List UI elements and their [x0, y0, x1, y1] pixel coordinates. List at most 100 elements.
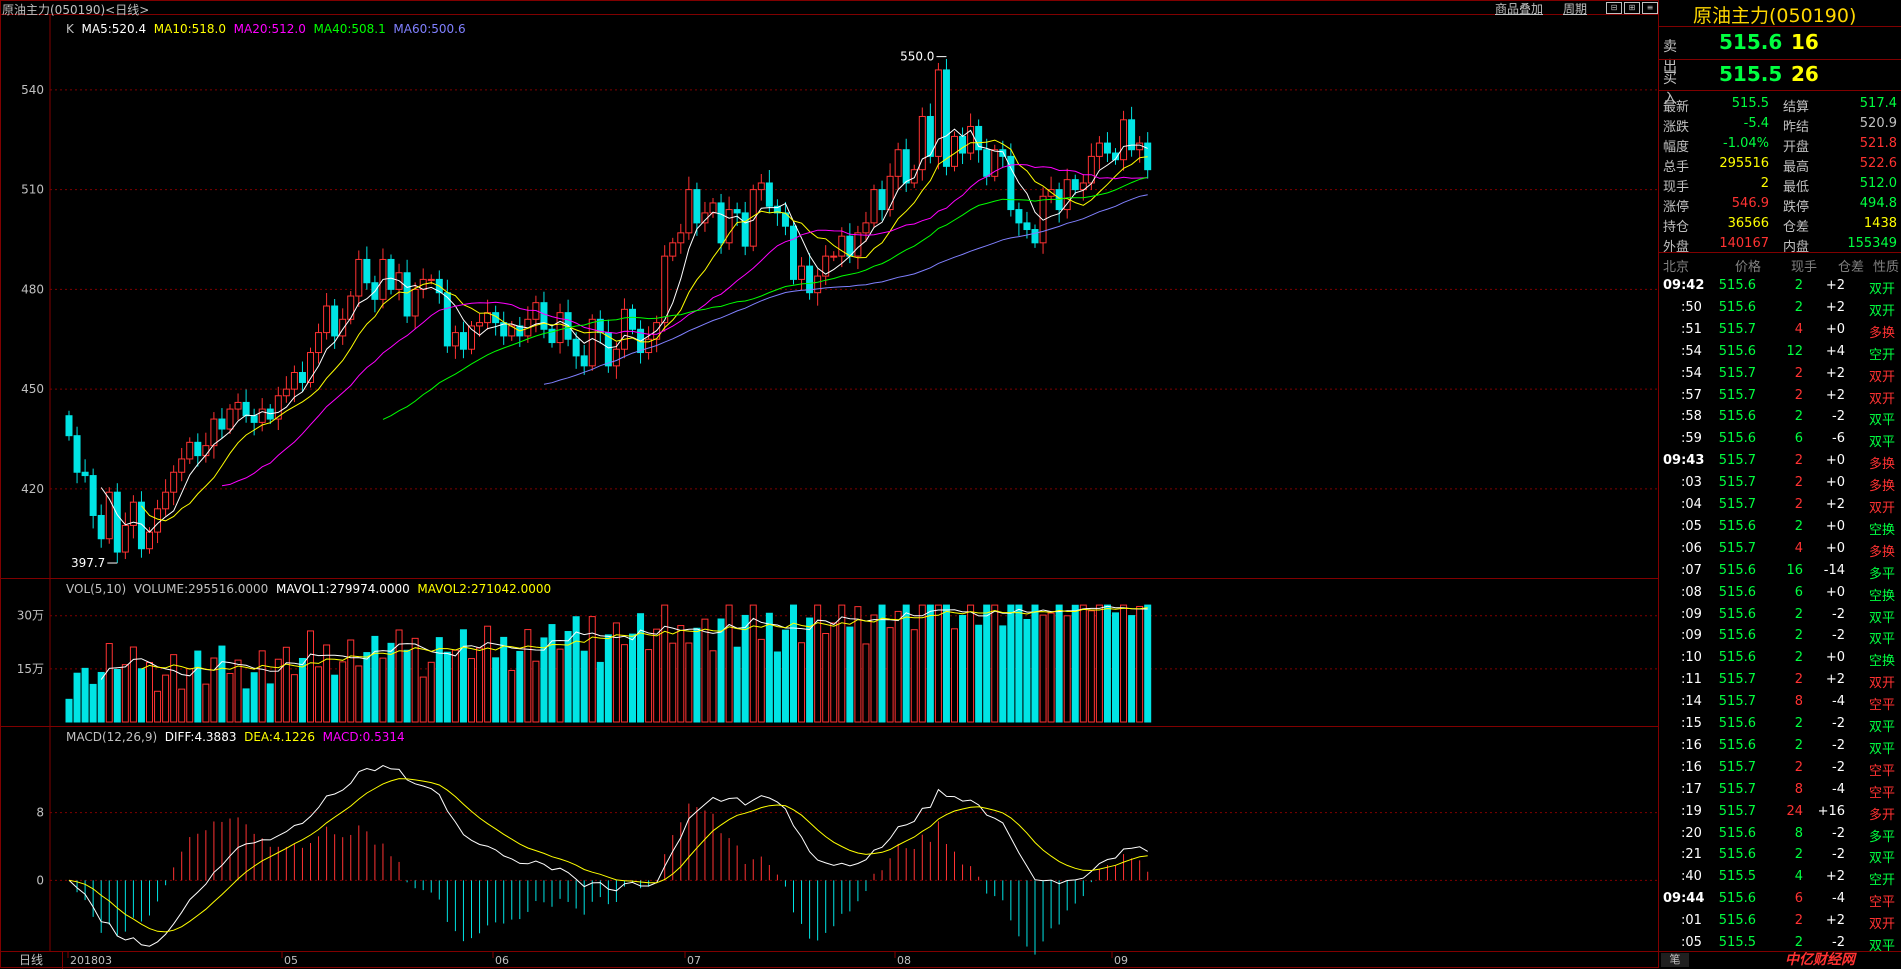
candle-body: [154, 508, 162, 533]
volume-bar: [1095, 604, 1103, 723]
tick-price: 515.5: [1718, 869, 1756, 885]
zoom-in-icon[interactable]: ⊞: [1624, 2, 1640, 14]
tick-row[interactable]: :09 515.6 2 -2 双平: [1659, 604, 1901, 626]
tick-row[interactable]: :16 515.7 2 -2 空平: [1659, 757, 1901, 779]
vol-tick-label: 15万: [17, 662, 44, 676]
tick-row[interactable]: :03 515.7 2 +0 多换: [1659, 472, 1901, 494]
tick-volume: 2: [1794, 759, 1803, 775]
tick-row[interactable]: :07 515.6 16 -14 多平: [1659, 560, 1901, 582]
volume-bar: [524, 629, 532, 723]
stat-value: 521.8: [1859, 136, 1897, 151]
tick-time: :17: [1681, 781, 1702, 797]
tick-price: 515.6: [1718, 737, 1756, 753]
tick-row[interactable]: :08 515.6 6 +0 空换: [1659, 582, 1901, 604]
menu-icon[interactable]: ≡: [1642, 2, 1658, 14]
tick-row[interactable]: :40 515.5 4 +2 空开: [1659, 866, 1901, 888]
tick-volume: 24: [1786, 803, 1803, 819]
tick-row[interactable]: :54 515.6 12 +4 空开: [1659, 341, 1901, 363]
volume-bars: [65, 604, 1152, 723]
tick-row[interactable]: 09:44 515.6 6 -4 空平: [1659, 888, 1901, 910]
quote-stat-row: 幅度 -1.04% 开盘 521.8: [1659, 134, 1901, 155]
kline-chart-area[interactable]: 420 450 480 510 540 550.0 397.7 15万 30万 8 0 201803 0…: [0, 0, 1659, 968]
tick-nature: 双平: [1868, 720, 1895, 735]
candle-body: [838, 235, 846, 257]
tick-row[interactable]: :04 515.7 2 +2 双开: [1659, 494, 1901, 516]
tick-volume: 2: [1794, 716, 1803, 731]
tick-row[interactable]: :14 515.7 8 -4 空平: [1659, 691, 1901, 713]
tick-oi-change: +0: [1825, 584, 1845, 600]
macd-value-legend: MACD:0.5314: [322, 730, 405, 744]
tick-header-cell: 北京: [1663, 260, 1690, 275]
tick-row[interactable]: :10 515.6 2 +0 空换: [1659, 647, 1901, 669]
tick-row[interactable]: :58 515.6 2 -2 双平: [1659, 406, 1901, 428]
overlay-commodity-link[interactable]: 商品叠加: [1495, 0, 1543, 17]
tick-volume: 2: [1794, 475, 1803, 491]
tick-row[interactable]: :15 515.6 2 -2 双平: [1659, 713, 1901, 735]
candle-body: [443, 292, 451, 347]
period-tab-daily[interactable]: 日线: [0, 951, 63, 969]
tick-row[interactable]: 09:43 515.7 2 +0 多换: [1659, 450, 1901, 472]
tick-row[interactable]: :57 515.7 2 +2 双开: [1659, 385, 1901, 407]
volume-bar: [121, 664, 129, 723]
candle-body: [959, 135, 967, 154]
tick-row[interactable]: :05 515.6 2 +0 空换: [1659, 516, 1901, 538]
macd-legend-prefix: MACD(12,26,9): [66, 730, 158, 744]
tick-time: 09:43: [1663, 453, 1705, 469]
stat-label: 昨结: [1783, 120, 1810, 135]
tick-nature: 双开: [1868, 676, 1895, 692]
candle-body: [476, 322, 484, 327]
kline-legend-prefix: K: [66, 22, 74, 36]
tick-row[interactable]: :50 515.6 2 +2 双开: [1659, 297, 1901, 319]
volume-bar: [709, 650, 717, 723]
tick-row[interactable]: :19 515.7 24 +16 多开: [1659, 801, 1901, 823]
tick-price: 515.6: [1718, 650, 1756, 666]
tick-row[interactable]: 09:42 515.6 2 +2 双开: [1659, 275, 1901, 297]
tick-price: 515.5: [1718, 935, 1756, 950]
volume-bar: [951, 628, 958, 723]
tick-tab[interactable]: 笔: [1661, 953, 1689, 967]
candle-body: [1015, 209, 1023, 224]
tick-row[interactable]: :09 515.6 2 -2 双平: [1659, 625, 1901, 647]
tick-volume: 2: [1794, 299, 1803, 315]
volume-bar: [379, 657, 387, 723]
volume-bar: [693, 627, 701, 723]
tick-row[interactable]: :20 515.6 8 -2 多平: [1659, 823, 1901, 845]
candle-body: [1120, 119, 1128, 161]
tick-row[interactable]: :11 515.7 2 +2 双开: [1659, 669, 1901, 691]
tick-row[interactable]: :16 515.6 2 -2 双平: [1659, 735, 1901, 757]
tick-row[interactable]: :51 515.7 4 +0 多换: [1659, 319, 1901, 341]
volume-bar: [556, 648, 564, 723]
volume-legend: VOLUME:295516.0000: [133, 582, 269, 596]
period-link[interactable]: 周期: [1563, 0, 1587, 17]
tick-row[interactable]: :59 515.6 6 -6 双平: [1659, 428, 1901, 450]
tick-row[interactable]: :17 515.7 8 -4 空平: [1659, 779, 1901, 801]
volume-bar: [411, 637, 419, 723]
volume-bar: [725, 604, 733, 723]
volume-bar: [298, 657, 306, 723]
tick-row[interactable]: :54 515.7 2 +2 双开: [1659, 363, 1901, 385]
tick-row[interactable]: :06 515.7 4 +0 多换: [1659, 538, 1901, 560]
tick-price: 515.6: [1718, 299, 1756, 315]
tick-row[interactable]: :21 515.6 2 -2 双平: [1659, 844, 1901, 866]
tick-price: 515.7: [1718, 365, 1756, 381]
stat-label: 结算: [1783, 100, 1810, 115]
tick-time: :50: [1681, 299, 1702, 315]
candle-body: [1031, 229, 1039, 244]
tick-row[interactable]: :01 515.6 2 +2 双开: [1659, 910, 1901, 932]
candle-body: [65, 415, 73, 437]
candle-body: [1063, 179, 1071, 211]
tick-nature: 空开: [1868, 873, 1895, 889]
volume-bar: [154, 690, 162, 723]
volume-bar: [484, 625, 492, 723]
candle-body: [89, 475, 97, 516]
tick-time: 09:42: [1663, 278, 1705, 293]
quote-title: 原油主力(050190): [1693, 5, 1857, 27]
volume-bar: [105, 643, 113, 723]
tick-nature: 双开: [1868, 369, 1895, 385]
tick-nature: 双平: [1868, 435, 1895, 451]
tick-nature: 多换: [1868, 544, 1895, 560]
volume-bar: [1071, 604, 1079, 723]
volume-bar: [186, 668, 194, 723]
candle-body: [146, 531, 153, 550]
zoom-out-icon[interactable]: ⊟: [1606, 2, 1622, 14]
